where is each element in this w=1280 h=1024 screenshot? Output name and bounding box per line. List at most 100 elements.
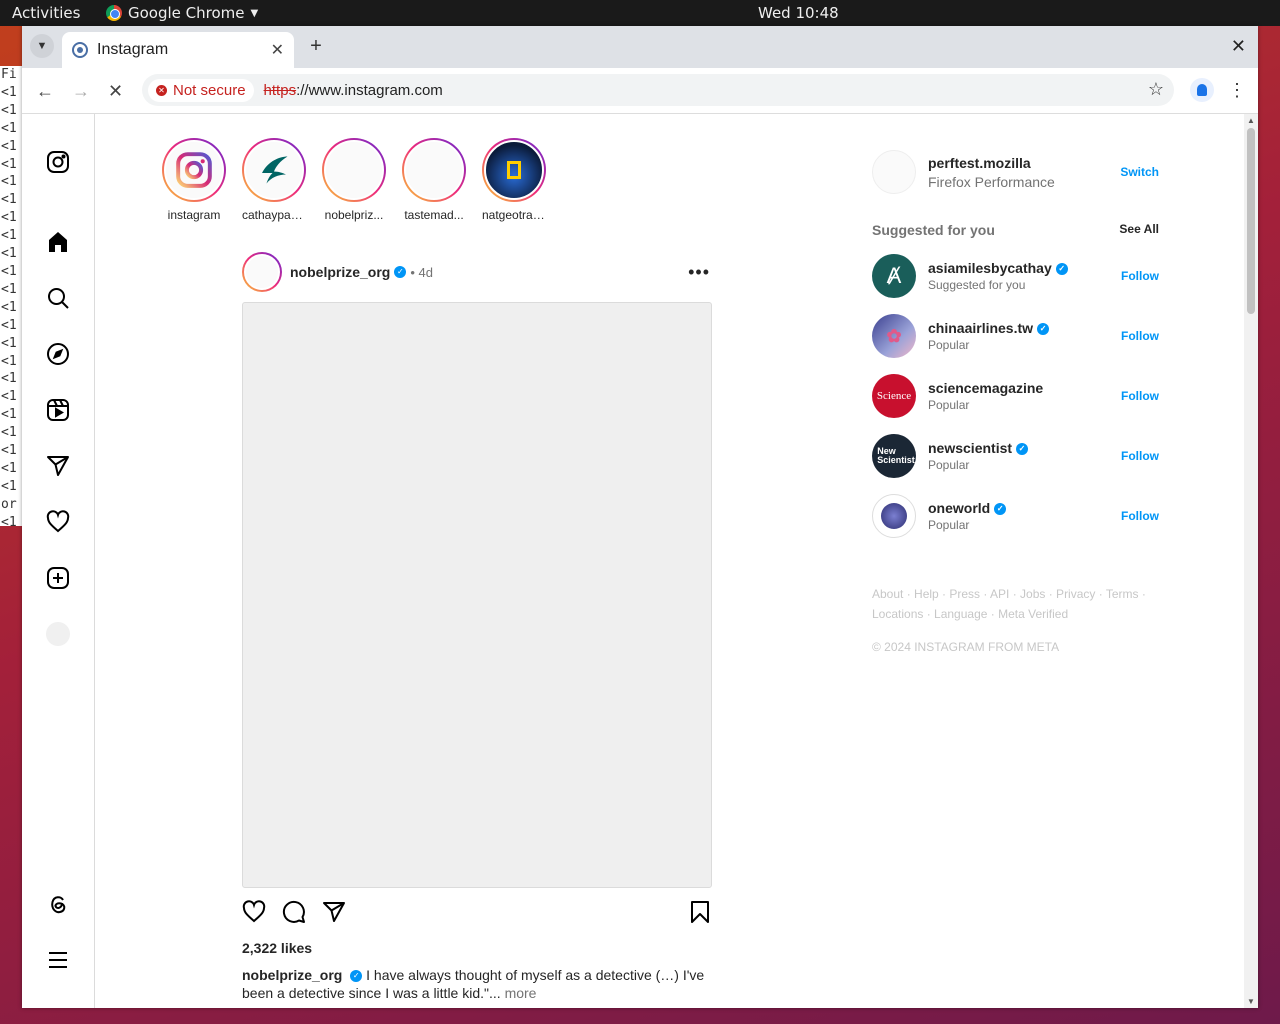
- tab-instagram[interactable]: Instagram ✕: [62, 32, 294, 68]
- story-item[interactable]: tastemad...: [402, 138, 466, 222]
- verified-badge-icon: ✓: [394, 266, 407, 278]
- asiamiles-logo-icon: Ⱥ: [886, 263, 902, 288]
- suggestion-username[interactable]: oneworld: [928, 500, 990, 516]
- natgeo-frame-icon: [507, 161, 521, 179]
- new-tab-button[interactable]: +: [304, 34, 328, 58]
- post-author-avatar[interactable]: [242, 252, 282, 292]
- search-icon[interactable]: [46, 286, 70, 310]
- right-rail: perftest.mozilla Firefox Performance Swi…: [872, 150, 1159, 654]
- post-time[interactable]: • 4d: [410, 265, 433, 280]
- stop-loading-icon[interactable]: ✕: [108, 81, 123, 102]
- profile-button[interactable]: [1190, 78, 1214, 102]
- home-icon[interactable]: [46, 230, 70, 254]
- suggestion-username[interactable]: sciencemagazine: [928, 380, 1043, 396]
- post-header: nobelprize_org ✓ • 4d •••: [242, 252, 712, 292]
- person-icon: [1197, 84, 1207, 96]
- caption-username[interactable]: nobelprize_org: [242, 967, 342, 983]
- follow-button[interactable]: Follow: [1121, 509, 1159, 523]
- follow-button[interactable]: Follow: [1121, 269, 1159, 283]
- story-item[interactable]: natgeotravel: [482, 138, 546, 222]
- comment-icon[interactable]: [282, 900, 306, 924]
- footer-links-line[interactable]: Locations · Language · Meta Verified: [872, 604, 1159, 624]
- terminal-line: <1: [1, 299, 17, 315]
- security-chip[interactable]: ✕ Not secure: [148, 78, 254, 102]
- terminal-line: <1: [1, 246, 17, 262]
- post-username[interactable]: nobelprize_org: [290, 264, 390, 280]
- terminal-line: <1: [1, 353, 17, 369]
- page-scrollbar[interactable]: ▲ ▼: [1244, 114, 1258, 1008]
- account-avatar[interactable]: [872, 150, 916, 194]
- terminal-line: <1: [1, 263, 17, 279]
- story-label: instagram: [167, 208, 221, 222]
- scroll-down-icon[interactable]: ▼: [1247, 997, 1255, 1006]
- post-image[interactable]: [242, 302, 712, 888]
- suggestions-header: Suggested for you See All: [872, 222, 1159, 238]
- newscientist-avatar[interactable]: New Scientist: [872, 434, 916, 478]
- terminal-line: <1: [1, 371, 17, 387]
- reels-icon[interactable]: [46, 398, 70, 422]
- window-close-icon[interactable]: ✕: [1231, 36, 1246, 57]
- suggestion-username[interactable]: newscientist: [928, 440, 1012, 456]
- follow-button[interactable]: Follow: [1121, 389, 1159, 403]
- terminal-line: <1: [1, 514, 17, 526]
- tab-search-button[interactable]: ▼: [30, 34, 54, 58]
- story-label: cathaypac...: [242, 208, 306, 222]
- terminal-line: <1: [1, 317, 17, 333]
- explore-icon[interactable]: [46, 342, 70, 366]
- more-options-icon[interactable]: •••: [688, 262, 710, 283]
- caption-more-link[interactable]: more: [505, 985, 537, 1001]
- footer-links: About · Help · Press · API · Jobs · Priv…: [872, 584, 1159, 624]
- footer-links-line[interactable]: About · Help · Press · API · Jobs · Priv…: [872, 584, 1159, 604]
- share-icon[interactable]: [322, 900, 346, 924]
- instagram-page: instagram cathaypac... nobelpriz... tast…: [22, 114, 1258, 1008]
- story-item[interactable]: instagram: [162, 138, 226, 222]
- create-icon[interactable]: [46, 566, 70, 590]
- profile-avatar[interactable]: [46, 622, 70, 646]
- suggestion-username[interactable]: asiamilesbycathay: [928, 260, 1052, 276]
- address-bar[interactable]: ✕ Not secure https://www.instagram.com ☆: [142, 74, 1174, 106]
- menu-icon[interactable]: [46, 948, 70, 972]
- app-menu[interactable]: Google Chrome ▼: [106, 4, 258, 22]
- chinaairlines-avatar[interactable]: ✿: [872, 314, 916, 358]
- terminal-line: <1: [1, 478, 17, 494]
- suggestion-username[interactable]: chinaairlines.tw: [928, 320, 1033, 336]
- suggestion-reason: Suggested for you: [928, 278, 1026, 292]
- feed-post: nobelprize_org ✓ • 4d ••• 2,322 likes no…: [242, 252, 712, 1002]
- tab-strip: ▼ Instagram ✕ + ✕: [22, 26, 1258, 68]
- activities-button[interactable]: Activities: [12, 4, 80, 22]
- like-icon[interactable]: [242, 900, 266, 924]
- scroll-up-icon[interactable]: ▲: [1247, 116, 1255, 125]
- chrome-menu-icon[interactable]: ⋮: [1228, 78, 1246, 102]
- warning-icon: ✕: [156, 84, 167, 96]
- story-item[interactable]: nobelpriz...: [322, 138, 386, 222]
- see-all-link[interactable]: See All: [1119, 222, 1159, 238]
- close-tab-icon[interactable]: ✕: [271, 40, 284, 60]
- terminal-line: <1: [1, 460, 17, 476]
- account-fullname: Firefox Performance: [928, 173, 1055, 190]
- copyright: © 2024 INSTAGRAM FROM META: [872, 640, 1060, 654]
- oneworld-avatar[interactable]: [872, 494, 916, 538]
- story-label: natgeotravel: [482, 208, 546, 222]
- notifications-icon[interactable]: [46, 510, 70, 534]
- follow-button[interactable]: Follow: [1121, 449, 1159, 463]
- url-text[interactable]: https://www.instagram.com: [264, 82, 443, 99]
- account-username[interactable]: perftest.mozilla: [928, 155, 1120, 171]
- clock[interactable]: Wed 10:48: [758, 4, 839, 22]
- threads-icon[interactable]: [46, 892, 70, 916]
- switch-account-link[interactable]: Switch: [1120, 165, 1159, 179]
- save-bookmark-icon[interactable]: [688, 900, 712, 924]
- instagram-logo-icon[interactable]: [46, 150, 70, 174]
- asiamiles-avatar[interactable]: Ⱥ: [872, 254, 916, 298]
- suggestion-reason: Popular: [928, 458, 970, 472]
- scrollbar-thumb[interactable]: [1247, 128, 1255, 314]
- story-item[interactable]: cathaypac...: [242, 138, 306, 222]
- likes-count[interactable]: 2,322 likes: [242, 940, 712, 956]
- forward-arrow-icon[interactable]: →: [72, 81, 90, 102]
- sciencemagazine-avatar[interactable]: Science: [872, 374, 916, 418]
- bookmark-star-icon[interactable]: ☆: [1148, 79, 1164, 100]
- follow-button[interactable]: Follow: [1121, 329, 1159, 343]
- verified-badge-icon: ✓: [1037, 323, 1050, 336]
- messages-icon[interactable]: [46, 454, 70, 478]
- back-arrow-icon[interactable]: ←: [36, 81, 54, 102]
- caret-down-icon: ▼: [250, 7, 259, 19]
